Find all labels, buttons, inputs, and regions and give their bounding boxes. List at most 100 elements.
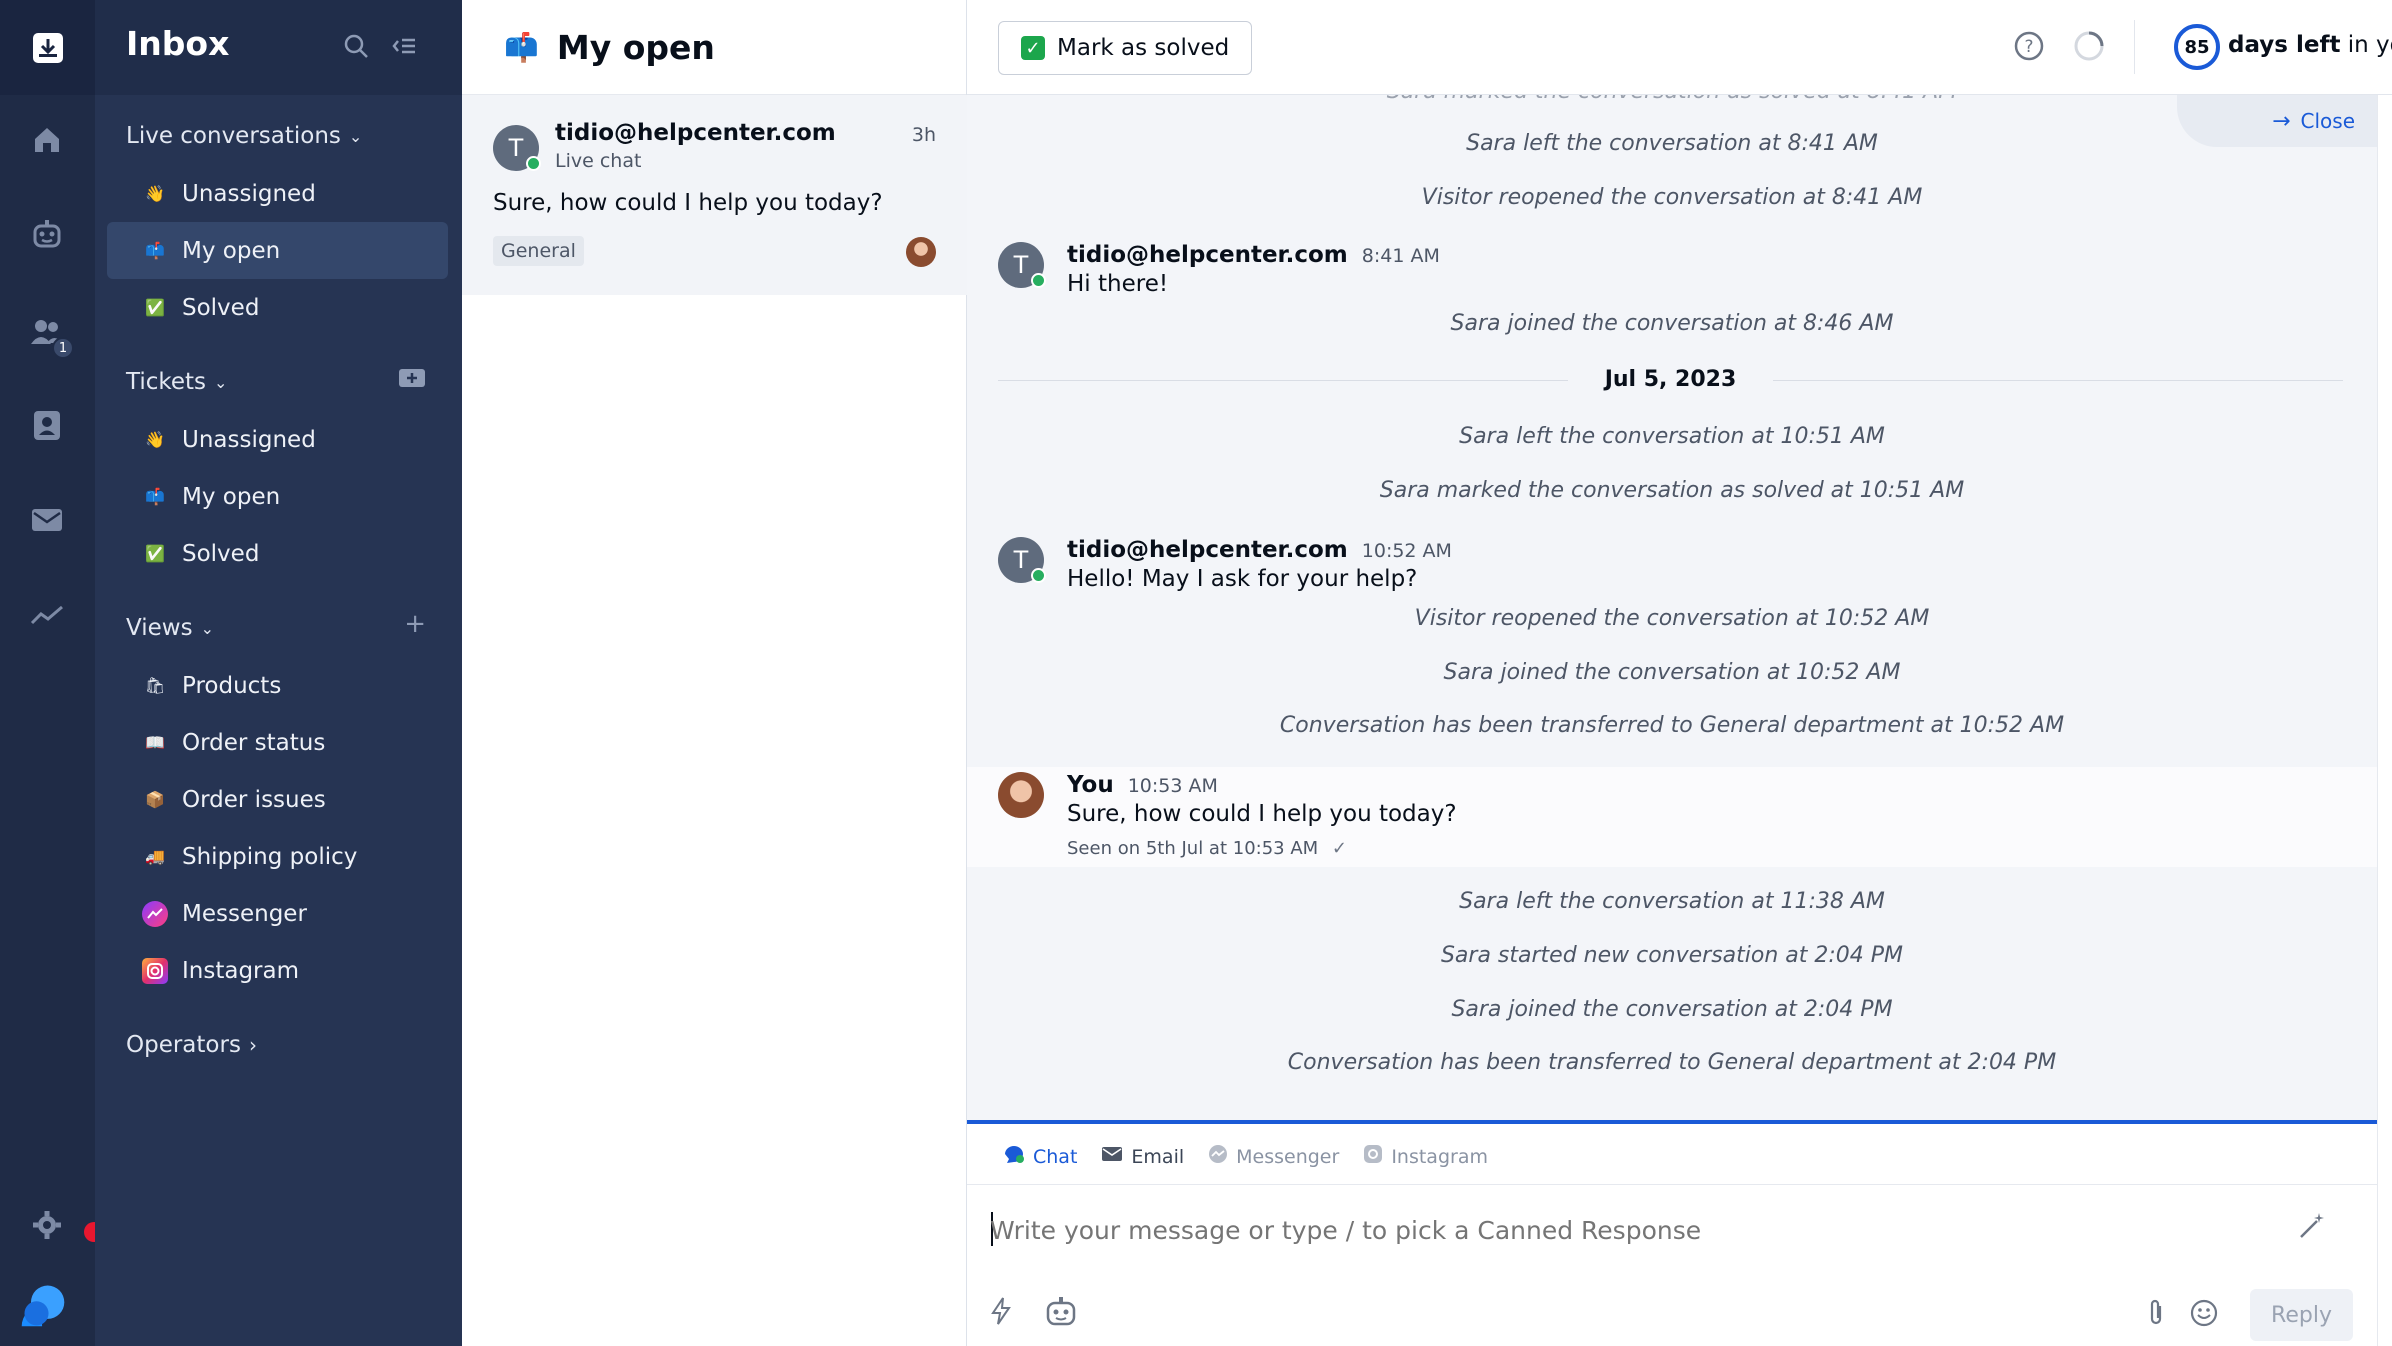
operators-label: Operators — [126, 1032, 241, 1058]
mailbox-emoji-icon: 📫 — [145, 487, 165, 506]
magic-wand-icon[interactable] — [2297, 1209, 2329, 1245]
tickets-section[interactable]: Tickets ⌄ — [126, 369, 227, 395]
messenger-icon — [1208, 1144, 1228, 1169]
loading-spinner-icon — [2073, 30, 2105, 66]
ticket-item-unassigned[interactable]: 👋 Unassigned — [107, 411, 448, 468]
conversation-list-item[interactable]: T tidio@helpcenter.com Live chat 3h Sure… — [462, 95, 967, 295]
truck-icon: 🚚 — [145, 847, 165, 866]
view-item-order-issues[interactable]: 📦 Order issues — [107, 771, 448, 828]
live-item-my-open[interactable]: 📫 My open — [107, 222, 448, 279]
check-emoji-icon: ✅ — [145, 298, 165, 317]
reply-button[interactable]: Reply — [2250, 1289, 2353, 1341]
ticket-item-solved[interactable]: ✅ Solved — [107, 525, 448, 582]
message-input[interactable] — [990, 1216, 2240, 1245]
system-event: Sara left the conversation at 8:41 AM — [1466, 131, 1878, 156]
instagram-icon — [1363, 1144, 1383, 1169]
view-item-label: Messenger — [182, 900, 307, 927]
message-author: tidio@helpcenter.com — [1067, 537, 1348, 563]
tab-chat[interactable]: Chat — [1003, 1144, 1077, 1169]
paperclip-icon[interactable] — [2145, 1298, 2167, 1332]
seen-label: Seen on 5th Jul at 10:53 AM — [1067, 838, 1319, 859]
live-item-unassigned[interactable]: 👋 Unassigned — [107, 165, 448, 222]
mark-as-solved-button[interactable]: ✓ Mark as solved — [998, 21, 1253, 75]
system-event: Visitor reopened the conversation at 10:… — [1414, 606, 1930, 631]
view-item-label: Instagram — [182, 957, 300, 984]
system-event: Conversation has been transferred to Gen… — [1287, 1050, 2057, 1075]
tab-email[interactable]: Email — [1101, 1144, 1184, 1169]
visitors-badge: 1 — [52, 337, 74, 359]
live-item-label: Unassigned — [182, 180, 316, 207]
message-time: 10:52 AM — [1361, 540, 1452, 562]
date-divider: Jul 5, 2023 — [998, 365, 2343, 395]
lightning-icon[interactable] — [989, 1296, 1013, 1330]
view-item-shipping-policy[interactable]: 🚚 Shipping policy — [107, 828, 448, 885]
view-item-order-status[interactable]: 📖 Order status — [107, 714, 448, 771]
conversation-preview: Sure, how could I help you today? — [493, 190, 883, 216]
collapse-sidebar-icon[interactable] — [390, 32, 420, 62]
view-item-instagram[interactable]: Instagram — [107, 942, 448, 999]
mailbox-emoji-icon: 📫 — [504, 30, 539, 64]
inbox-logo-icon[interactable] — [0, 0, 95, 95]
settings-icon[interactable] — [22, 1200, 72, 1250]
trial-days-text[interactable]: days left in your — [2228, 32, 2392, 58]
operators-section[interactable]: Operators › — [126, 1032, 257, 1058]
conversation-list-panel: 📫 My open T tidio@helpcenter.com Live ch… — [462, 0, 967, 1346]
bot-icon[interactable] — [22, 210, 72, 260]
help-icon[interactable]: ? — [2013, 30, 2045, 66]
waving-hand-icon: 👋 — [145, 430, 165, 449]
message-header: tidio@helpcenter.com 8:41 AM — [1067, 242, 1440, 268]
arrow-right-icon: → — [2272, 108, 2291, 134]
svg-text:?: ? — [2024, 37, 2033, 57]
add-view-icon[interactable]: + — [404, 609, 426, 639]
tab-messenger[interactable]: Messenger — [1208, 1144, 1339, 1169]
channel-tabs: Chat Email Messenger Instagram — [1003, 1144, 1488, 1169]
system-event: Sara started new conversation at 2:04 PM — [1440, 943, 1904, 968]
contacts-icon[interactable] — [22, 400, 72, 450]
system-event: Sara joined the conversation at 10:52 AM — [1443, 660, 1901, 685]
chevron-down-icon: ⌄ — [200, 618, 214, 638]
mailbox-icon[interactable] — [22, 495, 72, 545]
operator-avatar — [998, 772, 1044, 818]
add-ticket-icon[interactable] — [398, 366, 426, 397]
emoji-icon[interactable] — [2189, 1298, 2219, 1332]
tab-instagram[interactable]: Instagram — [1363, 1144, 1488, 1169]
visitors-icon[interactable]: 1 — [22, 307, 74, 359]
view-item-label: Shipping policy — [182, 843, 358, 870]
topbar-divider — [2134, 20, 2135, 74]
system-event: Sara left the conversation at 10:51 AM — [1459, 424, 1885, 449]
online-status-dot — [526, 156, 541, 171]
online-status-dot — [1031, 273, 1046, 288]
views-section[interactable]: Views ⌄ — [126, 615, 214, 641]
view-item-messenger[interactable]: Messenger — [107, 885, 448, 942]
view-item-products[interactable]: 🛍 Products — [107, 657, 448, 714]
close-label: Close — [2300, 109, 2355, 133]
tab-label: Instagram — [1391, 1145, 1488, 1168]
chevron-down-icon: ⌄ — [348, 126, 363, 146]
analytics-icon[interactable] — [22, 590, 72, 640]
view-item-label: Products — [182, 672, 282, 699]
system-event: Sara marked the conversation as solved a… — [967, 95, 2377, 104]
views-label: Views — [126, 615, 193, 641]
bot-icon[interactable] — [1043, 1296, 1079, 1332]
trial-days-counter[interactable]: 85 — [2174, 24, 2220, 70]
tidio-logo-icon[interactable] — [18, 1280, 68, 1330]
view-item-label: Order status — [182, 729, 326, 756]
search-icon[interactable] — [342, 32, 372, 62]
message-text: Sure, how could I help you today? — [1067, 801, 1457, 827]
online-status-dot — [1031, 568, 1046, 583]
list-title: My open — [556, 27, 715, 67]
home-icon[interactable] — [22, 115, 72, 165]
ticket-item-my-open[interactable]: 📫 My open — [107, 468, 448, 525]
trial-days-rest: in your — [2347, 32, 2392, 58]
live-conversations-section[interactable]: Live conversations ⌄ — [126, 123, 362, 149]
conversation-email: tidio@helpcenter.com — [555, 120, 836, 146]
check-icon: ✓ — [1021, 36, 1045, 60]
department-tag[interactable]: General — [493, 236, 584, 266]
sidebar-header: Inbox — [95, 0, 462, 95]
messenger-icon — [142, 900, 168, 927]
live-item-label: Solved — [182, 294, 260, 321]
message-text: Hello! May I ask for your help? — [1067, 566, 1418, 592]
live-item-solved[interactable]: ✅ Solved — [107, 279, 448, 336]
scrollbar[interactable] — [2377, 95, 2392, 1346]
chevron-right-icon: › — [248, 1033, 257, 1057]
